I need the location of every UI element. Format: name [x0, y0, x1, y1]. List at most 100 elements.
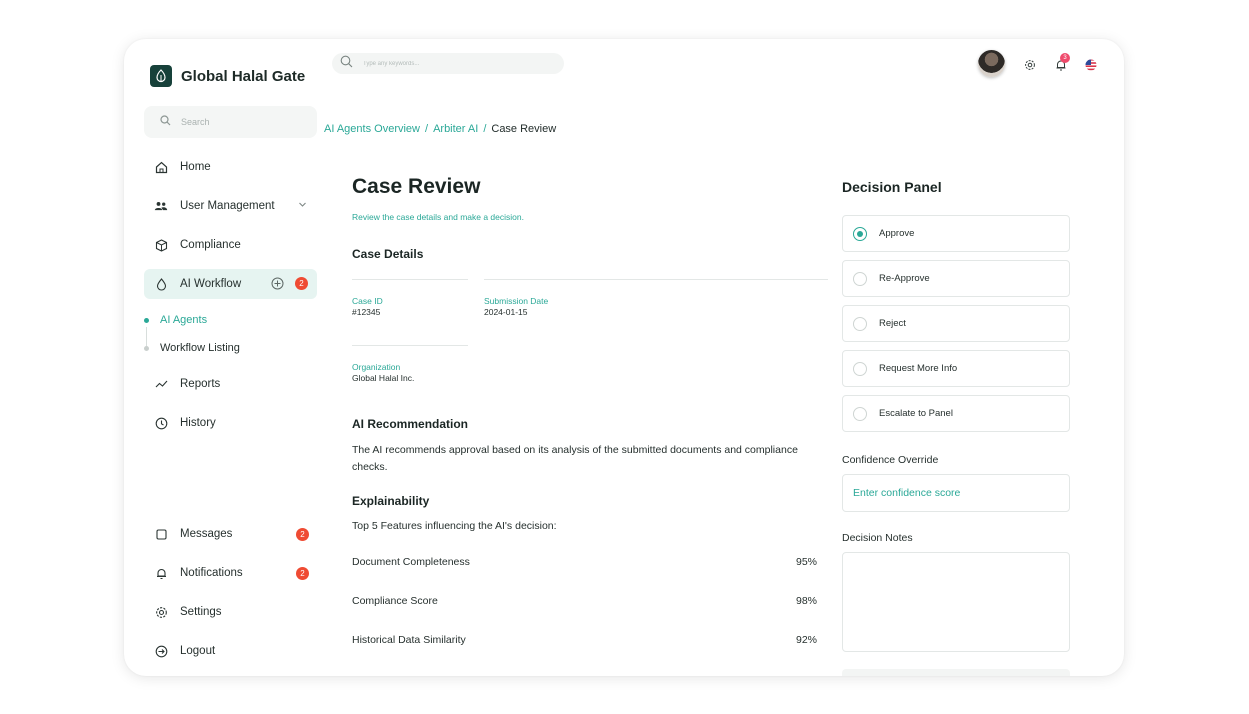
- sidebar-item-label: AI Workflow: [180, 278, 242, 290]
- sidebar-item-label: User Management: [180, 200, 275, 212]
- confidence-score-input[interactable]: [842, 474, 1070, 512]
- brand[interactable]: Global Halal Gate: [150, 65, 305, 87]
- confidence-override-label: Confidence Override: [842, 454, 939, 466]
- case-details-heading: Case Details: [352, 247, 424, 261]
- decision-notes-label: Decision Notes: [842, 532, 913, 544]
- feature-value: 92%: [795, 634, 817, 646]
- sidebar-item-label: Messages: [180, 528, 233, 540]
- page-title: Case Review: [352, 175, 481, 198]
- logout-icon: [154, 644, 168, 658]
- sidebar-subitem-workflow-listing[interactable]: Workflow Listing: [144, 342, 240, 354]
- sidebar-item-notifications[interactable]: Notifications: [144, 558, 317, 588]
- sidebar-item-user-management[interactable]: User Management: [144, 191, 317, 221]
- option-reject[interactable]: Reject: [842, 305, 1070, 342]
- divider: [352, 345, 468, 346]
- sidebar-item-ai-workflow[interactable]: AI Workflow: [144, 269, 317, 299]
- sidebar-item-home[interactable]: Home: [144, 152, 317, 182]
- divider: [352, 279, 468, 280]
- option-label: Reject: [879, 318, 906, 329]
- us-flag-icon[interactable]: [1084, 58, 1098, 72]
- decision-notes-textarea[interactable]: [842, 552, 1070, 652]
- option-request-more-info[interactable]: Request More Info: [842, 350, 1070, 387]
- droplet-icon: [154, 277, 168, 291]
- sidebar-item-compliance[interactable]: Compliance: [144, 230, 317, 260]
- sidebar-item-messages[interactable]: Messages: [144, 519, 317, 549]
- sidebar-item-settings[interactable]: Settings: [144, 597, 317, 627]
- radio-icon[interactable]: [853, 406, 867, 421]
- submission-date-value: 2024-01-15: [484, 307, 528, 317]
- case-id-value: #12345: [352, 307, 381, 317]
- option-approve[interactable]: Approve: [842, 215, 1070, 252]
- feature-value: 98%: [795, 595, 817, 607]
- feature-row: Compliance Score 98%: [352, 595, 817, 607]
- feature-name: Document Completeness: [352, 556, 470, 568]
- brand-logo-icon: [150, 65, 172, 87]
- messages-badge: 2: [296, 528, 309, 541]
- option-escalate-to-panel[interactable]: Escalate to Panel: [842, 395, 1070, 432]
- sidebar-item-logout[interactable]: Logout: [144, 636, 317, 666]
- radio-icon[interactable]: [853, 361, 867, 376]
- sidebar-search[interactable]: [144, 106, 317, 138]
- top-search-input[interactable]: [363, 60, 533, 67]
- submit-decision-button[interactable]: [842, 669, 1070, 676]
- search-icon: [160, 113, 171, 131]
- option-label: Re-Approve: [879, 273, 930, 284]
- sidebar-item-label: Logout: [180, 645, 216, 657]
- bell-icon: [154, 566, 168, 580]
- sidebar-subitem-label: Workflow Listing: [160, 342, 240, 354]
- breadcrumb-separator: /: [425, 123, 429, 135]
- breadcrumb-ai-agents-overview[interactable]: AI Agents Overview: [324, 123, 420, 135]
- feature-row: Document Completeness 95%: [352, 556, 817, 568]
- cube-icon: [154, 238, 168, 252]
- sidebar-item-label: Settings: [180, 606, 222, 618]
- ai-workflow-badge: 2: [295, 277, 308, 290]
- option-label: Request More Info: [879, 363, 958, 374]
- brand-name: Global Halal Gate: [181, 67, 306, 85]
- organization-label: Organization: [352, 362, 401, 372]
- feature-name: Compliance Score: [352, 595, 438, 607]
- home-icon: [154, 160, 168, 174]
- search-icon: [340, 55, 353, 73]
- feature-name: Historical Data Similarity: [352, 634, 466, 646]
- option-label: Approve: [879, 228, 915, 239]
- sidebar-item-label: Home: [180, 161, 211, 173]
- radio-icon[interactable]: [853, 271, 867, 286]
- sidebar-item-reports[interactable]: Reports: [144, 369, 317, 399]
- breadcrumb: AI Agents Overview / Arbiter AI / Case R…: [324, 123, 556, 135]
- decision-panel-title: Decision Panel: [842, 179, 942, 195]
- active-dot-icon: [144, 317, 149, 323]
- chevron-down-icon[interactable]: [298, 200, 307, 212]
- add-circle-icon[interactable]: [271, 277, 284, 295]
- breadcrumb-current: Case Review: [491, 123, 557, 135]
- breadcrumb-arbiter-ai[interactable]: Arbiter AI: [433, 123, 478, 135]
- message-icon: [154, 527, 168, 541]
- case-id-label: Case ID: [352, 296, 383, 306]
- sidebar-subitem-ai-agents[interactable]: AI Agents: [144, 314, 207, 326]
- divider: [484, 279, 828, 280]
- sidebar-search-input[interactable]: [181, 117, 301, 127]
- breadcrumb-separator: /: [483, 123, 487, 135]
- sidebar-item-label: Compliance: [180, 239, 241, 251]
- page-subtitle: Review the case details and make a decis…: [352, 212, 524, 222]
- gear-icon[interactable]: [1023, 58, 1037, 72]
- avatar[interactable]: [978, 50, 1005, 77]
- feature-row: Historical Data Similarity 92%: [352, 634, 817, 646]
- radio-icon[interactable]: [853, 316, 867, 331]
- submission-date-label: Submission Date: [484, 296, 549, 306]
- ai-recommendation-heading: AI Recommendation: [352, 417, 469, 431]
- sidebar-item-label: Notifications: [180, 567, 243, 579]
- bell-badge: 3: [1060, 53, 1070, 63]
- sidebar-subitem-label: AI Agents: [160, 314, 208, 326]
- ai-recommendation-text: The AI recommends approval based on its …: [352, 444, 798, 473]
- radio-selected-icon[interactable]: [853, 226, 867, 241]
- top-search[interactable]: [332, 53, 564, 74]
- dot-icon: [144, 345, 149, 351]
- organization-value: Global Halal Inc.: [352, 373, 415, 383]
- notifications-badge: 2: [296, 567, 309, 580]
- feature-value: 95%: [795, 556, 817, 568]
- option-re-approve[interactable]: Re-Approve: [842, 260, 1070, 297]
- users-icon: [154, 199, 168, 213]
- sidebar-item-history[interactable]: History: [144, 408, 317, 438]
- app-window: Global Halal Gate Home User Management C…: [124, 39, 1124, 676]
- option-label: Escalate to Panel: [879, 408, 953, 419]
